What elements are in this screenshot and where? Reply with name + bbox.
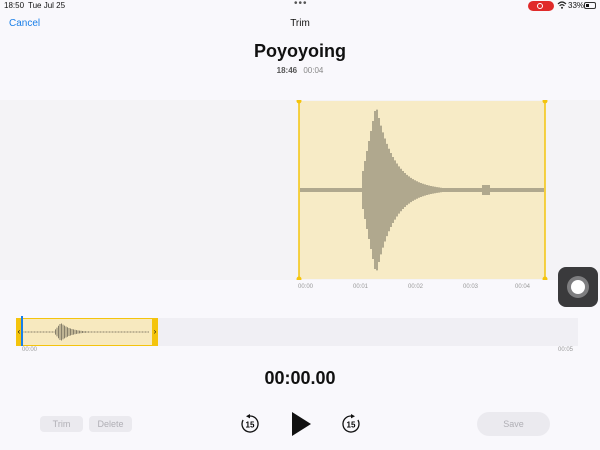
tick-label: 00:01 bbox=[353, 284, 369, 290]
waveform-area[interactable] bbox=[0, 100, 600, 280]
overview-right-handle[interactable]: › bbox=[152, 319, 158, 345]
overview-strip[interactable]: ‹ › bbox=[16, 316, 578, 346]
tick-label: 00:03 bbox=[463, 284, 479, 290]
trim-button[interactable]: Trim bbox=[40, 416, 83, 432]
nav-title: Trim bbox=[290, 18, 310, 29]
skip-forward-15-icon[interactable]: 15 bbox=[341, 414, 361, 434]
status-date: Tue Jul 25 bbox=[28, 1, 66, 10]
battery-icon bbox=[584, 2, 596, 9]
play-icon[interactable] bbox=[290, 411, 312, 437]
playhead[interactable] bbox=[21, 316, 23, 346]
multitasking-dots-icon[interactable]: ••• bbox=[294, 0, 308, 9]
recording-duration: 00:04 bbox=[303, 66, 324, 75]
overview-start-label: 00:00 bbox=[22, 347, 38, 353]
recording-time: 18:46 bbox=[276, 66, 298, 75]
status-time: 18:50 bbox=[4, 1, 25, 10]
assistive-touch-button[interactable] bbox=[558, 267, 598, 307]
recording-title: Poyoyoing bbox=[253, 41, 346, 61]
overview-waveform bbox=[23, 323, 149, 341]
screen-recording-icon[interactable] bbox=[528, 1, 554, 11]
battery-percent: 33% bbox=[568, 1, 585, 10]
status-bar: 18:50 Tue Jul 25 ••• 33% bbox=[0, 0, 600, 12]
overview-end-label: 00:05 bbox=[558, 347, 574, 353]
delete-button[interactable]: Delete bbox=[89, 416, 132, 432]
tick-label: 00:04 bbox=[515, 284, 531, 290]
skip-back-15-icon[interactable]: 15 bbox=[240, 414, 260, 434]
wifi-icon bbox=[557, 1, 567, 9]
svg-text:15: 15 bbox=[347, 421, 356, 430]
trim-selection bbox=[299, 101, 545, 279]
recording-meta: 18:46 00:04 bbox=[0, 66, 600, 75]
svg-text:15: 15 bbox=[246, 421, 255, 430]
overview-selection[interactable]: ‹ › bbox=[16, 318, 158, 346]
save-button[interactable]: Save bbox=[477, 412, 550, 436]
timecode: 00:00.00 bbox=[264, 368, 336, 388]
tick-label: 00:00 bbox=[298, 284, 314, 290]
tick-label: 00:02 bbox=[408, 284, 424, 290]
